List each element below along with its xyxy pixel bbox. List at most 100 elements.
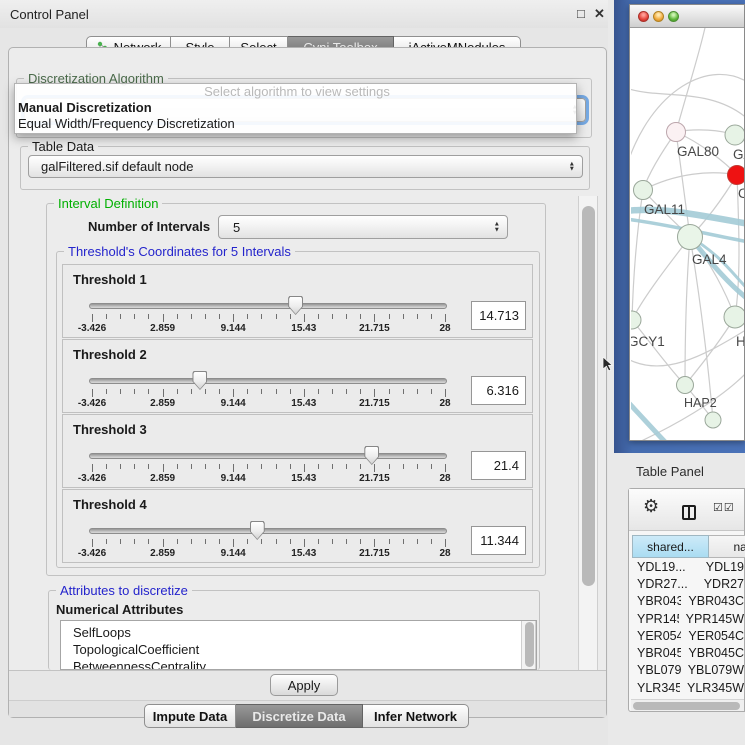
list-item[interactable]: SelfLoops xyxy=(61,624,536,641)
tick-mark xyxy=(247,539,248,544)
tick-mark xyxy=(431,314,432,319)
threshold-value-field[interactable]: 21.4 xyxy=(471,451,526,480)
list-item[interactable]: TopologicalCoefficient xyxy=(61,641,536,658)
cell-shared-name[interactable]: YDR27... xyxy=(632,577,697,591)
table-row[interactable]: YIL053CYIL053C xyxy=(632,696,744,698)
cell-shared-name[interactable]: YBL079W xyxy=(632,663,681,677)
column-header-name[interactable]: name xyxy=(709,535,745,558)
cell-shared-name[interactable]: YDL19... xyxy=(632,560,699,574)
zoom-traffic-light-icon[interactable] xyxy=(668,11,679,22)
dropdown-option-equal-width[interactable]: Equal Width/Frequency Discretization xyxy=(15,116,576,132)
network-canvas[interactable]: GAL80 GAL C GAL11 GAL4 GCY1 H HAP2 xyxy=(631,28,744,440)
cell-shared-name[interactable]: YLR345W xyxy=(632,681,680,695)
slider-handle[interactable] xyxy=(288,296,303,315)
node-hap2[interactable] xyxy=(677,377,694,394)
node-gal80[interactable] xyxy=(667,123,686,142)
column-header-shared-name[interactable]: shared... xyxy=(632,535,709,558)
tick-label: -3.426 xyxy=(78,398,106,409)
tick-mark xyxy=(417,539,418,544)
table-data-combobox[interactable]: galFiltered.sif default node ▲▼ xyxy=(28,155,583,178)
tick-label: 2.859 xyxy=(150,398,175,409)
select-columns-icon[interactable]: ☑☑ xyxy=(713,501,735,514)
tab-impute-data[interactable]: Impute Data xyxy=(144,704,236,728)
node-gcy1[interactable] xyxy=(631,311,641,329)
float-window-icon[interactable]: □ xyxy=(577,6,585,21)
cell-name[interactable]: YDR27 xyxy=(697,577,744,591)
tab-infer-network[interactable]: Infer Network xyxy=(363,704,469,728)
table-row[interactable]: YDL19...YDL19 xyxy=(632,558,744,575)
number-of-intervals-combobox[interactable]: 5 ▲▼ xyxy=(218,215,508,239)
network-window-titlebar[interactable] xyxy=(630,5,744,28)
tick-mark xyxy=(219,314,220,319)
cell-shared-name[interactable]: YPR145W xyxy=(632,612,679,626)
network-graph: GAL80 GAL C GAL11 GAL4 GCY1 H HAP2 xyxy=(631,28,744,440)
number-of-intervals-value: 5 xyxy=(219,220,240,235)
close-traffic-light-icon[interactable] xyxy=(638,11,649,22)
numerical-attributes-list[interactable]: SelfLoops TopologicalCoefficient Between… xyxy=(60,620,537,670)
threshold-slider[interactable] xyxy=(89,453,447,459)
node[interactable] xyxy=(705,412,721,428)
table-row[interactable]: YER054CYER054C xyxy=(632,627,744,644)
attributes-list-scrollbar[interactable] xyxy=(521,621,536,669)
dropdown-option-manual[interactable]: Manual Discretization xyxy=(15,100,576,116)
slider-handle[interactable] xyxy=(192,371,207,390)
cell-shared-name[interactable]: YBR045C xyxy=(632,646,681,660)
table-row[interactable]: YLR345WYLR345W xyxy=(632,679,744,696)
tick-mark xyxy=(219,464,220,469)
cell-name[interactable]: YBR045C xyxy=(681,646,744,660)
apply-button[interactable]: Apply xyxy=(270,674,338,696)
tick-mark xyxy=(120,389,121,394)
tick-mark xyxy=(261,539,262,544)
dropdown-placeholder-item[interactable]: Select algorithm to view settings xyxy=(15,84,576,100)
thresholds-group-title: Threshold's Coordinates for 5 Intervals xyxy=(64,244,295,259)
numerical-attributes-label: Numerical Attributes xyxy=(56,602,183,617)
threshold-value-field[interactable]: 11.344 xyxy=(471,526,526,555)
minimize-traffic-light-icon[interactable] xyxy=(653,11,664,22)
tab-discretize-data[interactable]: Discretize Data xyxy=(236,704,363,728)
threshold-slider[interactable] xyxy=(89,528,447,534)
threshold-slider[interactable] xyxy=(89,303,447,309)
cell-name[interactable]: YBL079W xyxy=(681,663,744,677)
node-selected-red[interactable] xyxy=(728,166,745,185)
tick-mark xyxy=(106,464,107,469)
table-row[interactable]: YDR27...YDR27 xyxy=(632,575,744,592)
panel-vertical-scrollbar[interactable] xyxy=(578,196,598,670)
table-row[interactable]: YBL079WYBL079W xyxy=(632,662,744,679)
threshold-slider[interactable] xyxy=(89,378,447,384)
table-row[interactable]: YPR145WYPR145W xyxy=(632,610,744,627)
cell-name[interactable]: YDL19 xyxy=(699,560,744,574)
node-gal4[interactable] xyxy=(678,225,703,250)
table-horizontal-scrollbar[interactable] xyxy=(631,699,744,711)
split-columns-icon[interactable] xyxy=(682,505,696,520)
slider-handle[interactable] xyxy=(364,446,379,465)
cell-name[interactable]: YER054C xyxy=(681,629,744,643)
close-icon[interactable]: ✕ xyxy=(594,6,605,22)
cell-name[interactable]: YPR145W xyxy=(679,612,744,626)
node[interactable] xyxy=(725,125,744,145)
table-row[interactable]: YBR043CYBR043C xyxy=(632,593,744,610)
tick-mark xyxy=(389,389,390,394)
combo-arrows-icon: ▲▼ xyxy=(494,222,500,233)
network-window[interactable]: GAL80 GAL C GAL11 GAL4 GCY1 H HAP2 xyxy=(629,4,745,441)
threshold-row: Threshold 1 -3.4262.8599.14415.4321.7152… xyxy=(62,264,533,338)
threshold-value-field[interactable]: 14.713 xyxy=(471,301,526,330)
cell-shared-name[interactable]: YER054C xyxy=(632,629,681,643)
tick-mark xyxy=(332,464,333,469)
threshold-value-field[interactable]: 6.316 xyxy=(471,376,526,405)
node-gal11[interactable] xyxy=(634,181,653,200)
table-row[interactable]: YBR045CYBR045C xyxy=(632,644,744,661)
tab-label: Discretize Data xyxy=(252,709,345,724)
table-header: shared... name xyxy=(632,535,745,558)
tick-mark xyxy=(134,464,135,469)
cell-shared-name[interactable]: YBR043C xyxy=(632,594,681,608)
tick-label: 9.144 xyxy=(221,473,246,484)
list-item[interactable]: BetweennessCentrality xyxy=(61,658,536,670)
slider-handle[interactable] xyxy=(250,521,265,540)
control-panel: Control Panel □ ✕ Network Style Select C… xyxy=(0,0,608,745)
cell-name[interactable]: YLR345W xyxy=(680,681,744,695)
node-label: HAP2 xyxy=(684,396,717,410)
node[interactable] xyxy=(724,306,744,328)
tick-mark xyxy=(134,539,135,544)
gear-icon[interactable]: ⚙ xyxy=(643,496,659,517)
cell-name[interactable]: YBR043C xyxy=(681,594,744,608)
